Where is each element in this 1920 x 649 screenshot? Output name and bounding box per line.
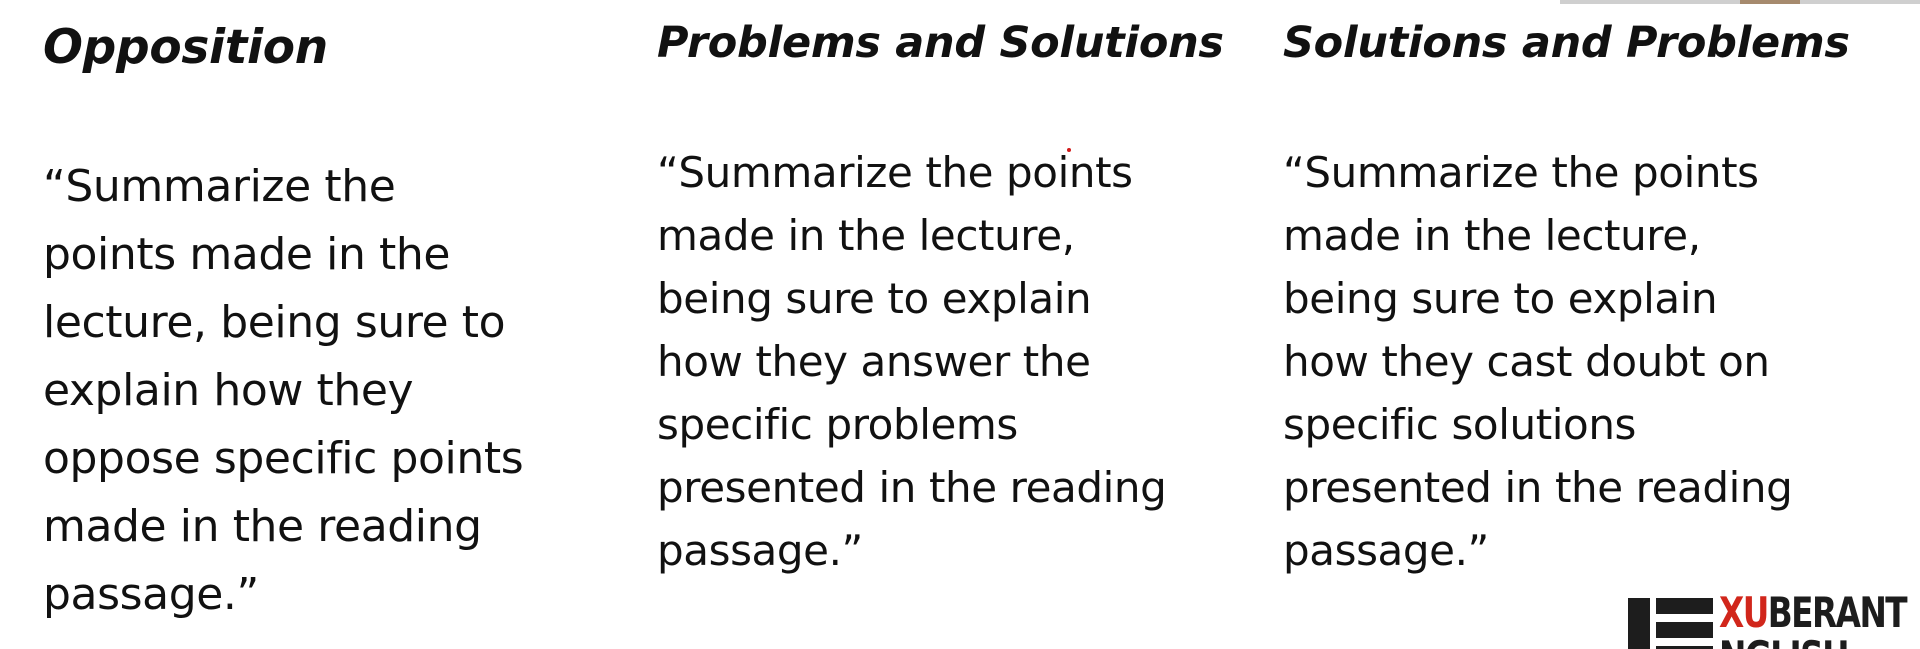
- column-title: Solutions and Problems: [1283, 18, 1850, 68]
- column-quote: “Summarize the points made in the lectur…: [657, 148, 1167, 575]
- column-title: Problems and Solutions: [657, 18, 1224, 68]
- slide: Opposition “Summarize the points made in…: [0, 0, 1920, 649]
- brand-logo: XUBERANT NGLISH: [1628, 592, 1920, 649]
- logo-main-text: BERANT: [1767, 592, 1908, 637]
- logo-sub-text: NGLISH: [1719, 636, 1850, 649]
- column-title: Opposition: [43, 20, 328, 75]
- column-quote: “Summarize the points made in the lectur…: [1283, 148, 1793, 575]
- logo-wordmark: XUBERANT: [1719, 592, 1908, 637]
- top-edge-strip: [1560, 0, 1920, 4]
- pointer-dot: [1067, 148, 1071, 152]
- top-edge-accent: [1740, 0, 1800, 4]
- logo-mark-icon: [1628, 598, 1713, 649]
- column-quote: “Summarize the points made in the lectur…: [43, 161, 524, 620]
- logo-accent-text: XU: [1719, 592, 1769, 637]
